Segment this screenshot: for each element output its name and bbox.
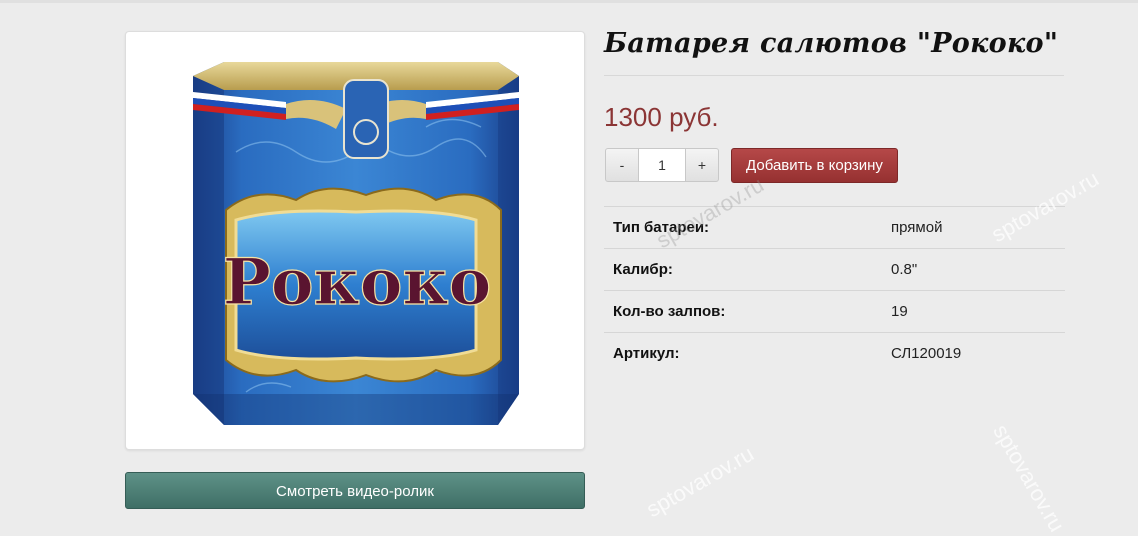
quantity-decrease-button[interactable]: -	[605, 148, 639, 182]
product-price: 1300 руб.	[604, 102, 719, 132]
product-image-label: Рококо	[223, 245, 492, 320]
spec-row: Артикул: СЛ120019	[604, 332, 1065, 374]
watermark: sptovarov.ru	[988, 420, 1070, 536]
watermark: sptovarov.ru	[642, 440, 758, 523]
title-divider	[604, 75, 1064, 76]
spec-value: 19	[891, 303, 908, 320]
spec-value: СЛ120019	[891, 345, 962, 362]
spec-label: Тип батареи:	[613, 219, 710, 236]
top-border	[0, 0, 1138, 3]
quantity-input[interactable]	[639, 148, 685, 182]
product-image-card[interactable]: Рококо	[125, 31, 585, 450]
spec-row: Калибр: 0.8"	[604, 248, 1065, 290]
product-image: Рококо	[193, 62, 519, 425]
quantity-stepper: - +	[605, 148, 719, 182]
spec-value: 0.8"	[891, 261, 918, 278]
watch-video-button[interactable]: Смотреть видео-ролик	[125, 472, 585, 509]
spec-label: Артикул:	[613, 345, 680, 362]
spec-label: Калибр:	[613, 261, 673, 278]
product-title: Батарея салютов "Рококо"	[604, 28, 1059, 59]
quantity-increase-button[interactable]: +	[685, 148, 719, 182]
spec-label: Кол-во залпов:	[613, 303, 726, 320]
spec-value: прямой	[891, 219, 943, 236]
spec-row: Кол-во залпов: 19	[604, 290, 1065, 332]
